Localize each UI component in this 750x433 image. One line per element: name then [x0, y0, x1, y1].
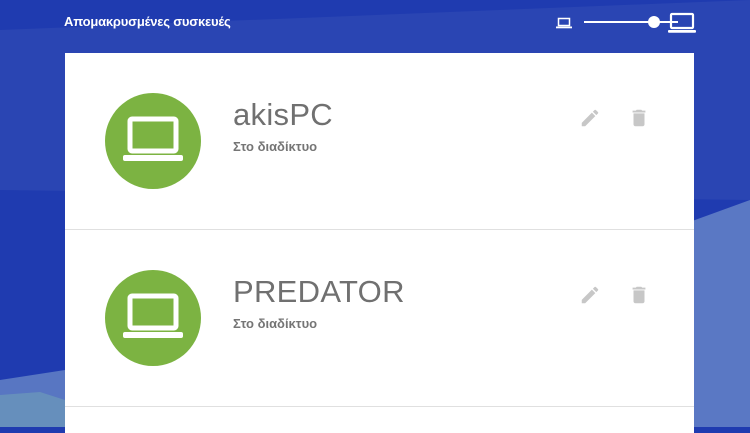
device-status: Στο διαδίκτυο	[233, 139, 318, 154]
page-title: Απομακρυσμένες συσκευές	[64, 14, 231, 29]
device-status: Στο διαδίκτυο	[233, 316, 318, 331]
device-name: akisPC	[233, 97, 333, 132]
small-laptop-icon[interactable]	[556, 17, 572, 29]
large-laptop-icon[interactable]	[668, 12, 696, 34]
size-slider-track[interactable]	[584, 21, 678, 23]
device-name: PREDATOR	[233, 274, 405, 309]
device-row[interactable]: PREDATOR Στο διαδίκτυο	[65, 230, 694, 407]
device-avatar	[105, 270, 201, 366]
tile-size-control[interactable]	[556, 12, 696, 34]
delete-icon[interactable]	[628, 284, 650, 306]
delete-icon[interactable]	[628, 107, 650, 129]
edit-icon[interactable]	[579, 284, 601, 306]
device-avatar	[105, 93, 201, 189]
laptop-icon	[123, 293, 183, 338]
edit-icon[interactable]	[579, 107, 601, 129]
device-row[interactable]: akisPC Στο διαδίκτυο	[65, 53, 694, 230]
devices-panel: akisPC Στο διαδίκτυο PREDATOR Στο διαδίκ…	[65, 53, 694, 433]
size-slider-thumb[interactable]	[648, 16, 660, 28]
laptop-icon	[123, 116, 183, 161]
